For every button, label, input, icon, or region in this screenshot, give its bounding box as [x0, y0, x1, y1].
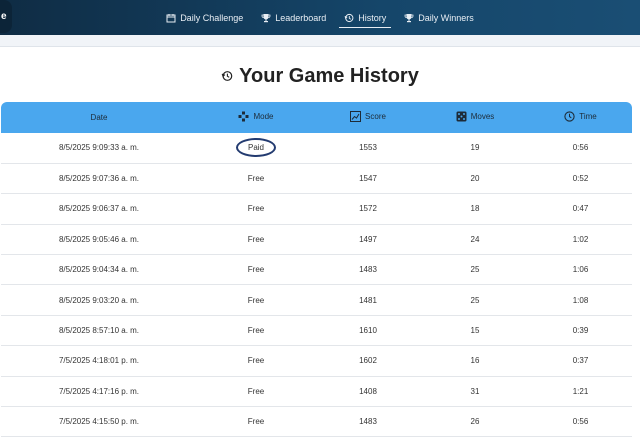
cell-date: 8/5/2025 9:06:37 a. m. [58, 204, 140, 214]
cell-mode: Free [247, 204, 265, 214]
cell-moves: 25 [470, 295, 480, 305]
calendar-icon [166, 13, 176, 22]
cell-moves: 16 [470, 356, 480, 366]
cell-score: 1553 [359, 143, 377, 153]
cell-moves: 25 [470, 265, 480, 275]
cell-time: 1:08 [572, 295, 589, 305]
top-navbar: e Daily Challenge Leaderboard History Da… [0, 0, 640, 35]
table-row: 7/5/2025 4:18:01 p. m. Free 1602 16 0:37 [1, 346, 632, 377]
mode-value-highlighted: Paid [235, 138, 276, 158]
cell-score: 1497 [359, 234, 377, 244]
column-header-moves-label: Moves [470, 112, 495, 121]
main-nav: Daily Challenge Leaderboard History Dail… [157, 0, 483, 35]
cell-score: 1408 [359, 386, 377, 396]
cell-moves: 18 [470, 204, 480, 214]
cell-mode: Paid [197, 133, 315, 163]
clock-icon [564, 111, 575, 122]
table-row: 7/5/2025 4:17:16 p. m. Free 1408 31 1:21 [1, 376, 632, 407]
table-row: 8/5/2025 9:09:33 a. m. Paid 1553 19 0:56 [1, 133, 632, 164]
table-row: 7/5/2025 4:15:50 p. m. Free 1483 26 0:56 [1, 407, 632, 437]
history-icon [344, 13, 354, 22]
game-history-table: Date Mode Score Moves Time 8/5/2025 9:09… [1, 102, 632, 437]
cell-time: 0:52 [572, 174, 589, 184]
cell-time: 0:39 [572, 326, 589, 336]
column-header-mode-label: Mode [253, 112, 274, 121]
cell-score: 1572 [359, 204, 377, 214]
cell-date: 8/5/2025 9:04:34 a. m. [58, 265, 140, 275]
sub-header-strip [0, 35, 640, 47]
table-header-row: Date Mode Score Moves Time [1, 102, 632, 133]
cell-mode: Free [247, 386, 265, 396]
column-header-score-label: Score [365, 112, 386, 121]
nav-daily-challenge-label: Daily Challenge [180, 12, 244, 23]
nav-daily-winners[interactable]: Daily Winners [395, 0, 483, 35]
cell-date: 8/5/2025 9:05:46 a. m. [58, 234, 140, 244]
cell-score: 1483 [359, 417, 377, 427]
column-header-mode[interactable]: Mode [197, 102, 315, 133]
gamepad-icon [238, 111, 249, 122]
cell-date: 7/5/2025 4:15:50 p. m. [58, 417, 140, 427]
cell-mode: Free [247, 326, 265, 336]
nav-daily-challenge[interactable]: Daily Challenge [157, 0, 252, 35]
nav-history-label: History [358, 12, 387, 23]
cell-time: 0:56 [572, 417, 589, 427]
cell-mode: Free [247, 417, 265, 427]
column-header-score[interactable]: Score [315, 102, 421, 133]
cell-moves: 20 [470, 174, 480, 184]
cell-mode: Free [247, 295, 265, 305]
table-row: 8/5/2025 9:05:46 a. m. Free 1497 24 1:02 [1, 224, 632, 255]
column-header-moves[interactable]: Moves [421, 102, 529, 133]
table-row: 8/5/2025 9:03:20 a. m. Free 1481 25 1:08 [1, 285, 632, 316]
cell-date: 8/5/2025 9:09:33 a. m. [58, 143, 140, 153]
cell-time: 0:47 [572, 204, 589, 214]
cell-moves: 31 [470, 386, 480, 396]
cell-time: 1:06 [572, 265, 589, 275]
cell-time: 0:56 [572, 143, 589, 153]
nav-history[interactable]: History [335, 0, 395, 35]
cell-score: 1610 [359, 326, 377, 336]
cell-score: 1481 [359, 295, 377, 305]
cell-score: 1602 [359, 356, 377, 366]
page-title-text: Your Game History [239, 64, 419, 87]
table-row: 8/5/2025 9:06:37 a. m. Free 1572 18 0:47 [1, 194, 632, 225]
cell-moves: 26 [470, 417, 480, 427]
trophy-icon [404, 13, 414, 22]
table-row: 8/5/2025 8:57:10 a. m. Free 1610 15 0:39 [1, 315, 632, 346]
cell-date: 7/5/2025 4:18:01 p. m. [58, 356, 140, 366]
cell-mode: Free [247, 356, 265, 366]
cell-date: 8/5/2025 8:57:10 a. m. [58, 326, 140, 336]
chart-icon [350, 111, 362, 122]
column-header-time-label: Time [579, 112, 597, 121]
cell-moves: 24 [470, 234, 480, 244]
table-row: 8/5/2025 9:04:34 a. m. Free 1483 25 1:06 [1, 255, 632, 285]
cell-score: 1547 [359, 174, 377, 184]
history-icon [221, 71, 233, 81]
column-header-time[interactable]: Time [529, 102, 632, 133]
nav-leaderboard[interactable]: Leaderboard [252, 0, 335, 35]
table-row: 8/5/2025 9:07:36 a. m. Free 1547 20 0:52 [1, 163, 632, 194]
trophy-icon [261, 13, 271, 22]
cell-time: 1:21 [572, 386, 589, 396]
nav-daily-winners-label: Daily Winners [418, 12, 474, 23]
cell-time: 0:37 [572, 356, 589, 366]
brand-logo[interactable]: e [0, 0, 12, 33]
column-header-date[interactable]: Date [1, 102, 197, 133]
dice-icon [456, 111, 467, 122]
cell-mode: Free [247, 174, 265, 184]
cell-date: 8/5/2025 9:03:20 a. m. [58, 295, 140, 305]
cell-date: 8/5/2025 9:07:36 a. m. [58, 174, 140, 184]
cell-mode: Free [247, 265, 265, 275]
cell-date: 7/5/2025 4:17:16 p. m. [58, 386, 140, 396]
cell-mode: Free [247, 234, 265, 244]
page-title: Your Game History [0, 62, 640, 90]
cell-score: 1483 [359, 265, 377, 275]
cell-moves: 19 [470, 143, 480, 153]
column-header-date-label: Date [90, 113, 108, 122]
cell-time: 1:02 [572, 234, 589, 244]
nav-leaderboard-label: Leaderboard [275, 12, 327, 23]
cell-moves: 15 [470, 326, 480, 336]
